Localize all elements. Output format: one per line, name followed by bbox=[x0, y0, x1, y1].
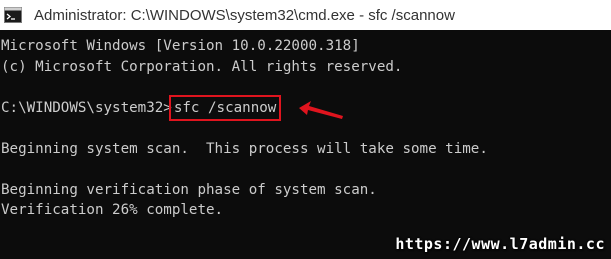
red-arrow-icon bbox=[299, 101, 343, 119]
watermark-text: https://www.l7admin.cc bbox=[395, 235, 605, 253]
version-line: Microsoft Windows [Version 10.0.22000.31… bbox=[1, 38, 360, 54]
console-output[interactable]: Microsoft Windows [Version 10.0.22000.31… bbox=[0, 36, 611, 221]
cmd-icon bbox=[4, 7, 22, 23]
window-title: Administrator: C:\WINDOWS\system32\cmd.e… bbox=[34, 6, 455, 24]
verification-phase-line: Beginning verification phase of system s… bbox=[1, 181, 377, 198]
scan-start-line: Beginning system scan. This process will… bbox=[1, 140, 488, 157]
highlighted-command: sfc /scannow bbox=[168, 94, 282, 121]
copyright-line: (c) Microsoft Corporation. All rights re… bbox=[1, 58, 403, 75]
title-bar[interactable]: Administrator: C:\WINDOWS\system32\cmd.e… bbox=[0, 0, 611, 30]
cmd-window: Administrator: C:\WINDOWS\system32\cmd.e… bbox=[0, 0, 611, 259]
verification-progress-line: Verification 26% complete. bbox=[1, 202, 224, 218]
prompt-text: C:\WINDOWS\system32> bbox=[1, 99, 172, 116]
